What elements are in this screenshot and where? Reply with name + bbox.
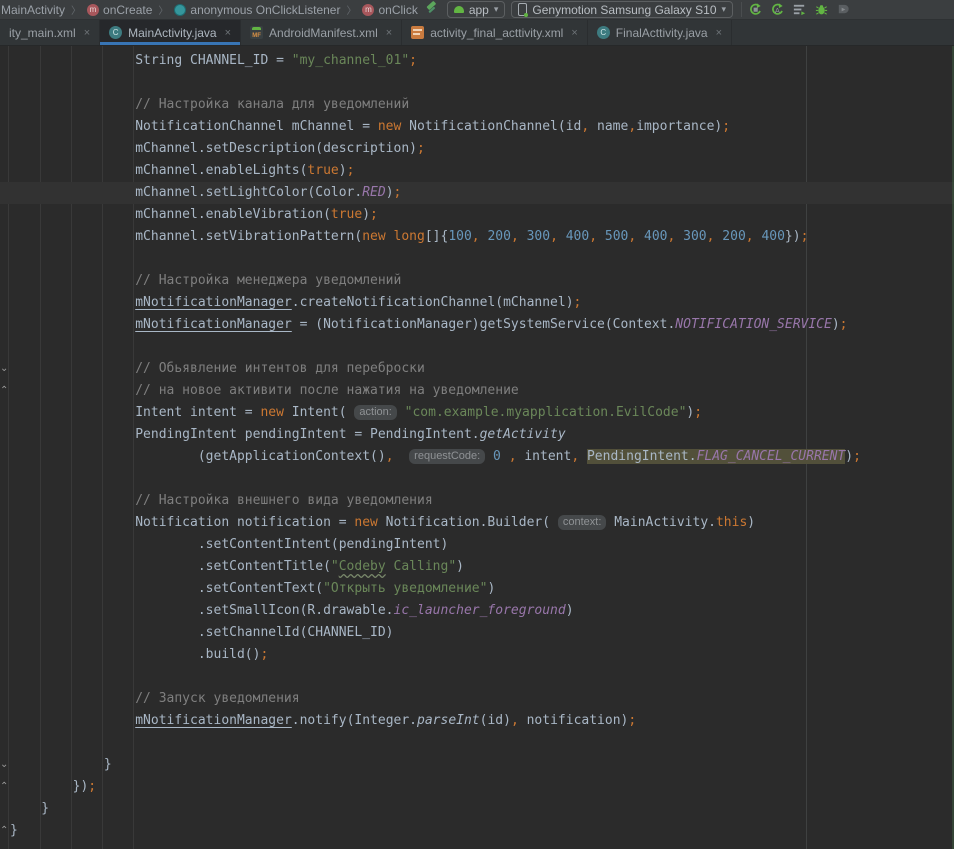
- code-line[interactable]: [0, 248, 954, 270]
- java-class-icon: C: [109, 26, 122, 39]
- breadcrumb-label: onCreate: [103, 3, 152, 17]
- java-class-icon: C: [597, 26, 610, 39]
- debug-icon[interactable]: [814, 2, 829, 17]
- code-line[interactable]: (getApplicationContext(), requestCode: 0…: [0, 446, 954, 468]
- code-line[interactable]: .setSmallIcon(R.drawable.ic_launcher_for…: [0, 600, 954, 622]
- code-line[interactable]: .setContentText("Открыть уведомление"): [0, 578, 954, 600]
- code-line[interactable]: String CHANNEL_ID = "my_channel_01";: [0, 50, 954, 72]
- code-line[interactable]: .setChannelId(CHANNEL_ID): [0, 622, 954, 644]
- code-line[interactable]: // Настройка канала для уведомлений: [0, 94, 954, 116]
- method-icon: m: [362, 4, 374, 16]
- method-icon: m: [87, 4, 99, 16]
- code-line[interactable]: [0, 336, 954, 358]
- editor-tab[interactable]: ity_main.xml ×: [0, 20, 100, 45]
- device-label: Genymotion Samsung Galaxy S10: [532, 3, 716, 17]
- code-line[interactable]: PendingIntent pendingIntent = PendingInt…: [0, 424, 954, 446]
- tab-label: MainActivity.java: [128, 26, 216, 40]
- parameter-hint-chip: requestCode:: [409, 449, 485, 464]
- android-icon: [454, 6, 464, 13]
- tab-label: AndroidManifest.xml: [269, 26, 378, 40]
- code-line[interactable]: // Настройка внешнего вида уведомления: [0, 490, 954, 512]
- fold-marker[interactable]: ⌃: [0, 776, 10, 798]
- code-line[interactable]: mNotificationManager.notify(Integer.pars…: [0, 710, 954, 732]
- code-line[interactable]: // Настройка менеджера уведомлений: [0, 270, 954, 292]
- breadcrumb-label: onClick: [378, 3, 417, 17]
- parameter-hint-chip: action:: [354, 405, 396, 420]
- editor-tab[interactable]: activity_final_acttivity.xml ×: [402, 20, 588, 45]
- breadcrumb-item[interactable]: MainActivity: [1, 3, 65, 17]
- code-line[interactable]: // Обьявление интентов для переброски: [0, 358, 954, 380]
- code-line[interactable]: mNotificationManager = (NotificationMana…: [0, 314, 954, 336]
- tab-label: activity_final_acttivity.xml: [430, 26, 563, 40]
- code-editor[interactable]: String CHANNEL_ID = "my_channel_01"; // …: [0, 46, 954, 849]
- run-configuration-select[interactable]: app ▾: [447, 1, 506, 18]
- breadcrumb: MainActivity 〉 m onCreate 〉 anonymous OnClick…: [0, 2, 418, 17]
- breadcrumb-label: MainActivity: [1, 3, 65, 17]
- fold-marker[interactable]: ⌄: [0, 754, 10, 776]
- code-line[interactable]: });: [0, 776, 954, 798]
- device-phone-icon: [518, 3, 527, 16]
- code-area[interactable]: String CHANNEL_ID = "my_channel_01"; // …: [0, 50, 954, 842]
- code-line[interactable]: NotificationChannel mChannel = new Notif…: [0, 116, 954, 138]
- breadcrumb-item[interactable]: m onClick: [362, 3, 417, 17]
- close-icon[interactable]: ×: [225, 27, 231, 39]
- build-hammer-icon[interactable]: [424, 0, 439, 20]
- attach-debugger-icon[interactable]: [836, 2, 851, 17]
- code-line[interactable]: Notification notification = new Notifica…: [0, 512, 954, 534]
- apply-code-changes-icon[interactable]: A: [770, 2, 785, 17]
- code-line[interactable]: }: [0, 798, 954, 820]
- fold-marker[interactable]: ⌃: [0, 820, 10, 842]
- breadcrumb-separator: 〉: [158, 2, 168, 17]
- breadcrumb-item[interactable]: m onCreate: [87, 3, 152, 17]
- chevron-down-icon: ▾: [494, 4, 499, 15]
- anonymous-class-icon: [174, 4, 186, 16]
- manifest-file-icon: MF: [250, 26, 263, 39]
- close-icon[interactable]: ×: [386, 27, 392, 39]
- code-line[interactable]: mChannel.setLightColor(Color.RED);: [0, 182, 954, 204]
- breadcrumb-label: anonymous OnClickListener: [190, 3, 340, 17]
- code-line[interactable]: // Запуск уведомления: [0, 688, 954, 710]
- code-line[interactable]: [0, 732, 954, 754]
- code-line[interactable]: .build();: [0, 644, 954, 666]
- editor-tab[interactable]: C MainActivity.java ×: [100, 20, 241, 45]
- breadcrumb-separator: 〉: [346, 2, 356, 17]
- code-line[interactable]: .setContentIntent(pendingIntent): [0, 534, 954, 556]
- code-line[interactable]: }: [0, 820, 954, 842]
- close-icon[interactable]: ×: [84, 27, 90, 39]
- code-line[interactable]: // на новое активити после нажатия на ув…: [0, 380, 954, 402]
- code-line[interactable]: mChannel.enableVibration(true);: [0, 204, 954, 226]
- parameter-hint-chip: context:: [558, 515, 607, 530]
- editor-tab[interactable]: MF AndroidManifest.xml ×: [241, 20, 402, 45]
- code-line[interactable]: Intent intent = new Intent( action: "com…: [0, 402, 954, 424]
- editor-tab[interactable]: C FinalActtivity.java ×: [588, 20, 732, 45]
- code-line[interactable]: [0, 468, 954, 490]
- tab-label: FinalActtivity.java: [616, 26, 708, 40]
- main-toolbar: MainActivity 〉 m onCreate 〉 anonymous OnClick…: [0, 0, 954, 20]
- code-line[interactable]: mChannel.enableLights(true);: [0, 160, 954, 182]
- device-select[interactable]: Genymotion Samsung Galaxy S10 ▾: [511, 1, 733, 18]
- apply-changes-icon[interactable]: [748, 2, 763, 17]
- fold-marker[interactable]: ⌄: [0, 358, 10, 380]
- code-line[interactable]: mChannel.setDescription(description);: [0, 138, 954, 160]
- code-line[interactable]: [0, 72, 954, 94]
- editor-tab-bar: ity_main.xml × C MainActivity.java × MF Androi…: [0, 20, 954, 46]
- code-line[interactable]: .setContentTitle("Codeby Calling"): [0, 556, 954, 578]
- code-line[interactable]: mNotificationManager.createNotificationC…: [0, 292, 954, 314]
- code-line[interactable]: [0, 666, 954, 688]
- run-configuration-label: app: [469, 3, 489, 17]
- breadcrumb-item[interactable]: anonymous OnClickListener: [174, 3, 340, 17]
- profiler-icon[interactable]: [792, 2, 807, 17]
- close-icon[interactable]: ×: [716, 27, 722, 39]
- code-line[interactable]: mChannel.setVibrationPattern(new long[]{…: [0, 226, 954, 248]
- fold-marker[interactable]: ⌃: [0, 380, 10, 402]
- svg-text:A: A: [775, 6, 780, 15]
- code-line[interactable]: }: [0, 754, 954, 776]
- tab-label: ity_main.xml: [9, 26, 76, 40]
- chevron-down-icon: ▾: [722, 4, 727, 15]
- breadcrumb-separator: 〉: [71, 2, 81, 17]
- layout-xml-file-icon: [411, 26, 424, 39]
- toolbar-actions: A: [741, 2, 851, 17]
- close-icon[interactable]: ×: [571, 27, 577, 39]
